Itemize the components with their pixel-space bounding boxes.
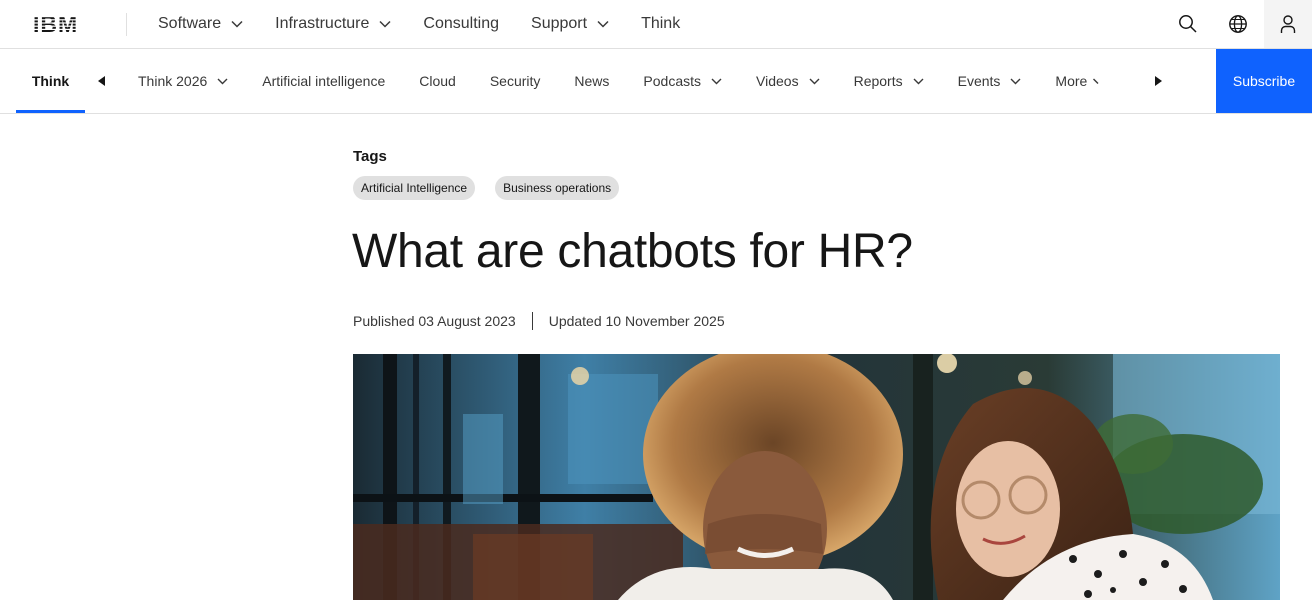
sub-nav-label: Reports bbox=[853, 73, 903, 89]
sub-nav-item-videos[interactable]: Videos bbox=[739, 49, 837, 113]
top-nav-label: Consulting bbox=[423, 15, 500, 32]
chevron-down-icon bbox=[711, 78, 722, 84]
tags-heading: Tags bbox=[353, 148, 387, 165]
language-button[interactable] bbox=[1214, 0, 1262, 48]
caret-left-icon bbox=[98, 76, 105, 86]
sub-nav-item-events[interactable]: Events bbox=[941, 49, 1039, 113]
top-nav-label: Infrastructure bbox=[275, 15, 370, 32]
published-date: Published 03 August 2023 bbox=[353, 313, 516, 329]
sub-nav-item-artificial-intelligence[interactable]: Artificial intelligence bbox=[245, 49, 402, 113]
sub-nav-label: Events bbox=[957, 73, 1001, 89]
chevron-down-icon bbox=[1093, 78, 1099, 84]
sub-nav: Think Think 2026 Artificial intelligence… bbox=[0, 49, 1312, 114]
sub-nav-label: More bbox=[1055, 73, 1088, 89]
sub-nav-think-tab[interactable]: Think bbox=[16, 49, 85, 113]
sub-nav-item-cloud[interactable]: Cloud bbox=[402, 49, 473, 113]
top-nav-consulting[interactable]: Consulting bbox=[407, 0, 515, 48]
top-nav: Software Infrastructure Consulting Suppo… bbox=[142, 0, 696, 48]
hero-photo bbox=[353, 354, 1280, 600]
sub-nav-label: News bbox=[574, 73, 610, 89]
sub-nav-item-think-2026[interactable]: Think 2026 bbox=[121, 49, 245, 113]
sub-nav-item-news[interactable]: News bbox=[557, 49, 626, 113]
sub-nav-items: Think 2026 Artificial intelligence Cloud… bbox=[121, 49, 1103, 113]
chevron-down-icon bbox=[913, 78, 924, 84]
top-nav-label: Software bbox=[158, 15, 222, 32]
hero-image bbox=[353, 354, 1280, 600]
sub-nav-item-security[interactable]: Security bbox=[473, 49, 558, 113]
sub-nav-item-podcasts[interactable]: Podcasts bbox=[626, 49, 739, 113]
user-icon bbox=[1280, 15, 1296, 33]
date-divider bbox=[531, 312, 533, 330]
chevron-down-icon bbox=[231, 20, 243, 28]
sub-nav-item-more[interactable]: More bbox=[1038, 49, 1103, 113]
sub-nav-label: Cloud bbox=[419, 73, 456, 89]
updated-date: Updated 10 November 2025 bbox=[548, 313, 725, 329]
sub-nav-label: Podcasts bbox=[643, 73, 702, 89]
masthead: IBM Software Infrastructure Consulting S… bbox=[0, 0, 1312, 49]
ibm-logo[interactable]: IBM bbox=[33, 11, 93, 37]
top-nav-label: Support bbox=[531, 15, 588, 32]
chevron-down-icon bbox=[597, 20, 609, 28]
user-button[interactable] bbox=[1264, 0, 1312, 48]
logo-divider bbox=[126, 13, 127, 36]
top-nav-support[interactable]: Support bbox=[515, 0, 625, 48]
article-dates: Published 03 August 2023 Updated 10 Nove… bbox=[353, 312, 725, 330]
sub-nav-label: Videos bbox=[756, 73, 799, 89]
scroll-right-button[interactable] bbox=[1146, 49, 1170, 113]
sub-nav-item-reports[interactable]: Reports bbox=[837, 49, 941, 113]
tag-artificial-intelligence[interactable]: Artificial Intelligence bbox=[353, 176, 476, 200]
scroll-left-button[interactable] bbox=[90, 49, 114, 113]
globe-icon bbox=[1229, 15, 1247, 33]
chevron-down-icon bbox=[1010, 78, 1021, 84]
search-button[interactable] bbox=[1164, 0, 1212, 48]
chevron-down-icon bbox=[809, 78, 820, 84]
sub-nav-label: Think 2026 bbox=[138, 73, 208, 89]
top-nav-software[interactable]: Software bbox=[142, 0, 259, 48]
top-nav-think[interactable]: Think bbox=[625, 0, 696, 48]
top-nav-label: Think bbox=[641, 15, 681, 32]
subscribe-button[interactable]: Subscribe bbox=[1216, 49, 1312, 113]
caret-right-icon bbox=[1155, 76, 1162, 86]
tag-list: Artificial Intelligence Business operati… bbox=[353, 176, 620, 200]
tag-business-operations[interactable]: Business operations bbox=[495, 176, 620, 200]
sub-nav-label: Artificial intelligence bbox=[262, 73, 386, 89]
search-icon bbox=[1179, 15, 1197, 33]
top-nav-infrastructure[interactable]: Infrastructure bbox=[259, 0, 407, 48]
chevron-down-icon bbox=[217, 78, 228, 84]
sub-nav-label: Security bbox=[489, 73, 541, 89]
chevron-down-icon bbox=[379, 20, 391, 28]
page-title: What are chatbots for HR? bbox=[352, 225, 913, 278]
